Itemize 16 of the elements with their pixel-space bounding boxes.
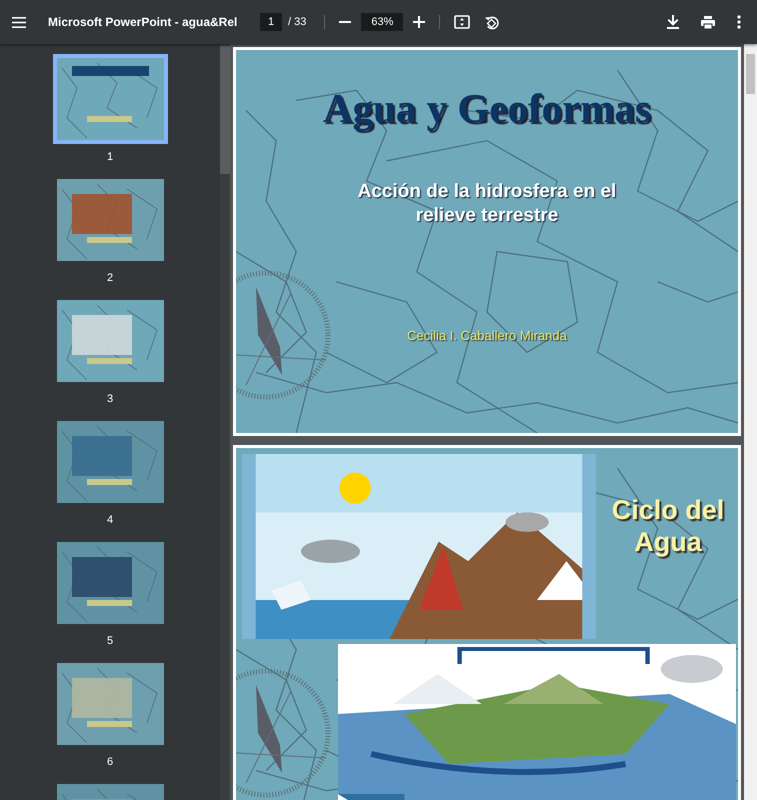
- document-title: Microsoft PowerPoint - agua&Rel: [48, 15, 238, 29]
- slide-subtitle: Acción de la hidrosfera en el relieve terrestre: [356, 180, 618, 228]
- scrollbar-thumb[interactable]: [746, 54, 755, 94]
- page-number-field[interactable]: 1: [260, 13, 282, 31]
- page-number: 5: [106, 635, 114, 649]
- page-number: 4: [106, 514, 114, 528]
- scrollbar-thumb[interactable]: [220, 46, 230, 174]
- page-number: 6: [106, 756, 114, 770]
- author-name: Cecilia I. Caballero Miranda: [407, 328, 567, 342]
- zoom-field[interactable]: 63%: [361, 13, 404, 31]
- page-number: 2: [106, 272, 114, 286]
- page-count: / 33: [288, 16, 306, 28]
- slide-title: Agua y Geoformas: [323, 84, 651, 132]
- page-number: 1: [106, 151, 114, 165]
- slide-title: Ciclo del Agua: [610, 494, 726, 560]
- page-number: 3: [106, 393, 114, 407]
